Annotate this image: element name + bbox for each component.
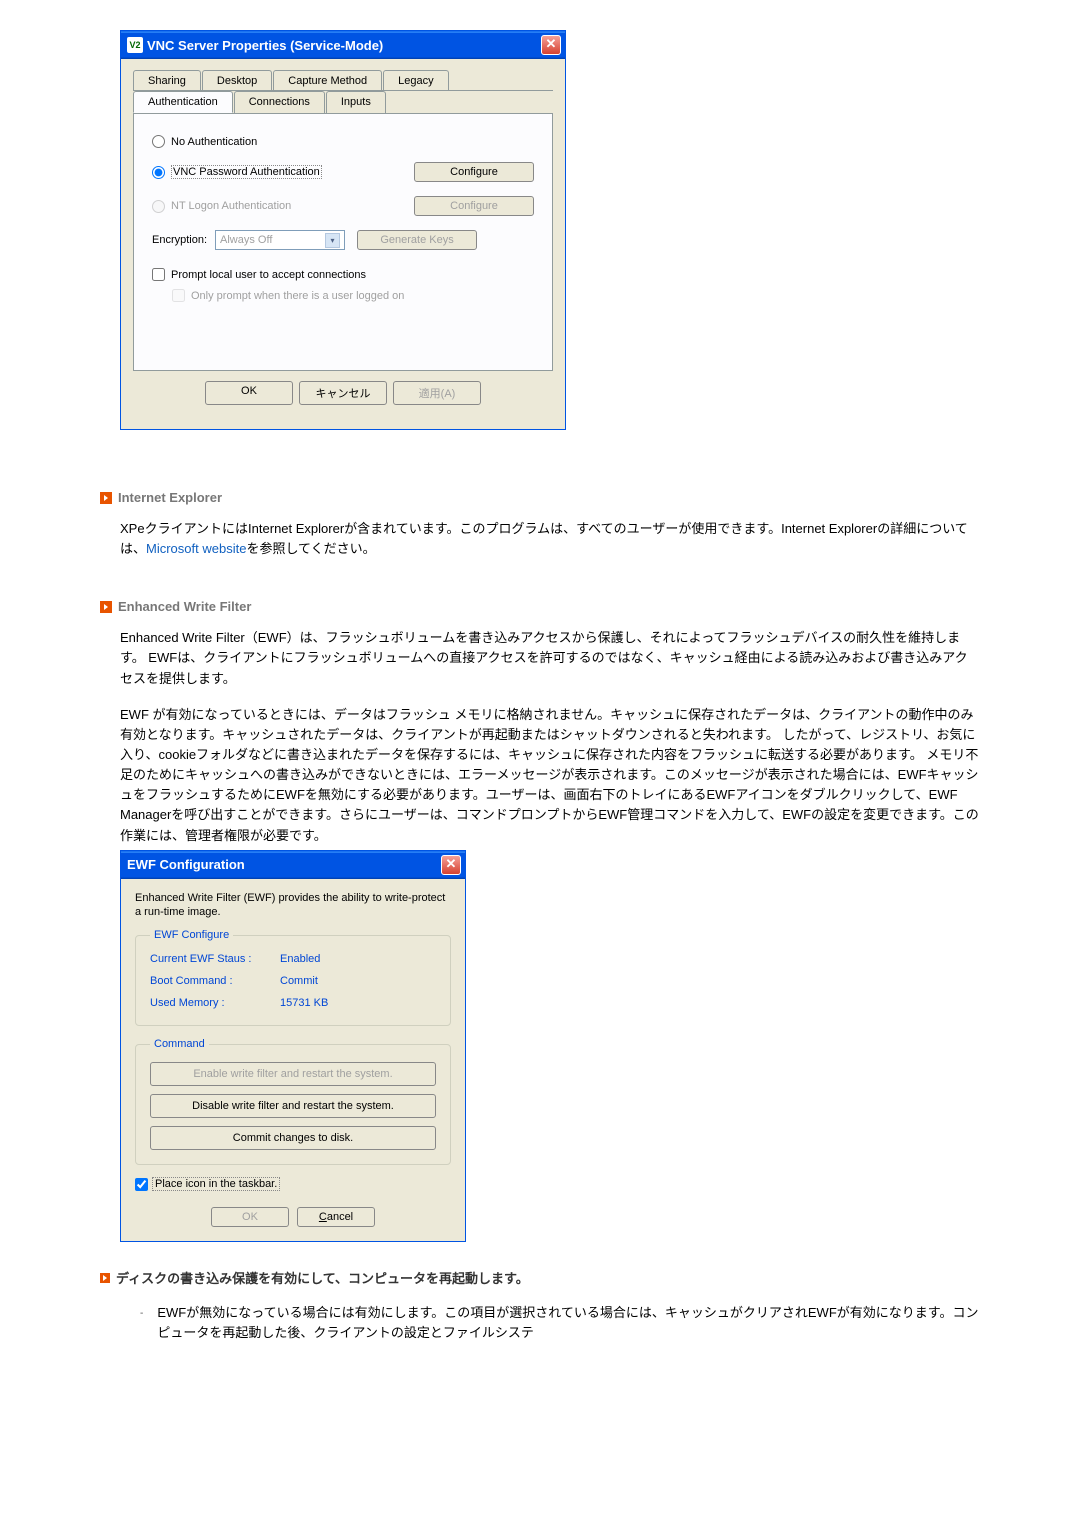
ewf-configuration-dialog: EWF Configuration ✕ Enhanced Write Filte… [120,850,466,1243]
radio-input [152,200,165,213]
checkbox-label: Only prompt when there is a user logged … [191,290,404,302]
heading-text: Enhanced Write Filter [118,599,251,614]
radio-label: NT Logon Authentication [171,200,291,212]
status-label: Current EWF Staus : [150,953,280,965]
close-icon[interactable]: ✕ [441,855,461,875]
group-ewf-configure: EWF Configure Current EWF Staus : Enable… [135,929,451,1026]
group-command: Command Enable write filter and restart … [135,1038,451,1165]
tab-inputs[interactable]: Inputs [326,91,386,113]
group-legend: EWF Configure [150,929,233,941]
used-memory-value: 15731 KB [280,997,328,1009]
cancel-button[interactable]: Cancel [297,1207,375,1227]
encryption-row: Encryption: Always Off ▾ Generate Keys [152,230,534,250]
radio-vnc-password-auth[interactable]: VNC Password Authentication Configure [152,162,534,182]
ewf-paragraph-1: Enhanced Write Filter（EWF）は、フラッシュボリュームを書… [120,628,980,688]
tab-capture-method[interactable]: Capture Method [273,70,382,90]
radio-no-authentication[interactable]: No Authentication [152,135,534,148]
apply-button: 適用(A) [393,381,481,405]
cancel-button[interactable]: キャンセル [299,381,387,405]
configure-button[interactable]: Configure [414,162,534,182]
ewf-paragraph-2: EWF が有効になっているときには、データはフラッシュ メモリに格納されません。… [120,705,980,846]
encryption-label: Encryption: [152,234,207,246]
list-item: - EWFが無効になっている場合には有効にします。この項目が選択されている場合に… [140,1303,980,1343]
tab-panel-authentication: No Authentication VNC Password Authentic… [133,113,553,371]
sub-heading-enable-protection: ディスクの書き込み保護を有効にして、コンピュータを再起動します。 [100,1268,980,1287]
checkbox-only-prompt-logged-on: Only prompt when there is a user logged … [172,289,534,302]
status-value: Enabled [280,953,320,965]
dialog-buttons: OK Cancel [135,1207,451,1227]
checkbox-place-icon-taskbar[interactable]: Place icon in the taskbar. [135,1177,451,1191]
tab-desktop[interactable]: Desktop [202,70,272,90]
generate-keys-button: Generate Keys [357,230,477,250]
section-heading-ewf: Enhanced Write Filter [100,599,980,614]
tab-sharing[interactable]: Sharing [133,70,201,90]
microsoft-website-link[interactable]: Microsoft website [146,541,246,556]
checkbox-label: Prompt local user to accept connections [171,269,366,281]
bullet-icon [100,601,112,613]
radio-nt-logon-auth: NT Logon Authentication Configure [152,196,534,216]
radio-label: No Authentication [171,136,257,148]
sub-heading-text: ディスクの書き込み保護を有効にして、コンピュータを再起動します。 [116,1268,529,1287]
ewf-intro-text: Enhanced Write Filter (EWF) provides the… [135,891,451,920]
encryption-value: Always Off [220,234,272,246]
dash-icon: - [140,1303,143,1343]
titlebar[interactable]: EWF Configuration ✕ [121,851,465,879]
titlebar[interactable]: V2 VNC Server Properties (Service-Mode) … [121,31,565,59]
commit-changes-button[interactable]: Commit changes to disk. [150,1126,436,1150]
tab-connections[interactable]: Connections [234,91,325,113]
chevron-down-icon: ▾ [325,233,340,248]
section-body-ewf: Enhanced Write Filter（EWF）は、フラッシュボリュームを書… [120,628,980,845]
bullet-icon [100,1273,110,1283]
encryption-select: Always Off ▾ [215,230,345,250]
checkbox-input [172,289,185,302]
configure-button-disabled: Configure [414,196,534,216]
radio-label: VNC Password Authentication [171,165,322,179]
boot-command-label: Boot Command : [150,975,280,987]
heading-text: Internet Explorer [118,490,222,505]
group-legend: Command [150,1038,209,1050]
vnc-server-properties-dialog: V2 VNC Server Properties (Service-Mode) … [120,30,566,430]
checkbox-input[interactable] [152,268,165,281]
enable-write-filter-button: Enable write filter and restart the syst… [150,1062,436,1086]
tab-authentication[interactable]: Authentication [133,91,233,113]
checkbox-prompt-local-user[interactable]: Prompt local user to accept connections [152,268,534,281]
dialog-buttons: OK キャンセル 適用(A) [133,371,553,417]
section-body-ie: XPeクライアントにはInternet Explorerが含まれています。このプ… [120,519,980,559]
tab-legacy[interactable]: Legacy [383,70,448,90]
ie-text-post: を参照してください。 [246,541,375,556]
radio-input[interactable] [152,135,165,148]
window-title: EWF Configuration [127,857,441,872]
disable-write-filter-button[interactable]: Disable write filter and restart the sys… [150,1094,436,1118]
ok-button[interactable]: OK [205,381,293,405]
tabs-row-1: Sharing Desktop Capture Method Legacy [133,70,553,91]
list-item-text: EWFが無効になっている場合には有効にします。この項目が選択されている場合には、… [157,1303,980,1343]
boot-command-value: Commit [280,975,318,987]
radio-input[interactable] [152,166,165,179]
used-memory-label: Used Memory : [150,997,280,1009]
window-title: VNC Server Properties (Service-Mode) [147,38,541,53]
bullet-icon [100,492,112,504]
close-icon[interactable]: ✕ [541,35,561,55]
checkbox-label: Place icon in the taskbar. [152,1177,280,1191]
section-heading-ie: Internet Explorer [100,490,980,505]
vnc-app-icon: V2 [127,37,143,53]
checkbox-input[interactable] [135,1178,148,1191]
ok-button: OK [211,1207,289,1227]
tabs-row-2: Authentication Connections Inputs [133,91,553,114]
